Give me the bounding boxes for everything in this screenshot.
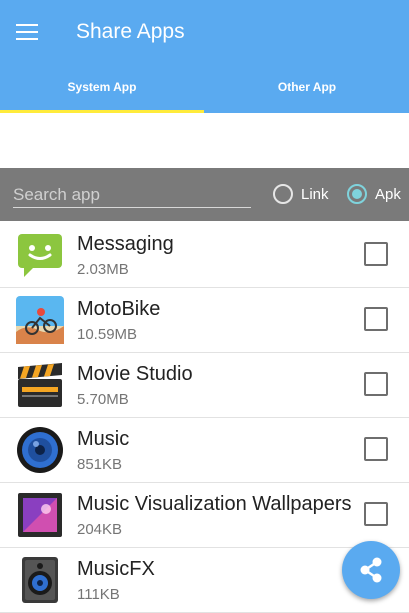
share-button[interactable] bbox=[342, 541, 400, 599]
motobike-icon bbox=[16, 296, 64, 344]
app-name: MusicFX bbox=[77, 558, 155, 580]
list-item[interactable]: Movie Studio 5.70MB bbox=[0, 353, 409, 418]
movie-studio-icon bbox=[18, 363, 62, 407]
apk-radio[interactable] bbox=[347, 184, 367, 204]
tab-other-app[interactable]: Other App bbox=[205, 80, 409, 96]
app-name: Movie Studio bbox=[77, 363, 193, 385]
tab-indicator bbox=[0, 110, 204, 113]
menu-icon-line bbox=[16, 24, 38, 26]
list-item[interactable]: Messaging 2.03MB bbox=[0, 223, 409, 288]
app-size: 10.59MB bbox=[77, 326, 138, 343]
search-input[interactable] bbox=[13, 183, 251, 208]
app-name: Music Visualization Wallpapers bbox=[77, 493, 352, 515]
menu-icon-line bbox=[16, 38, 38, 40]
music-icon bbox=[17, 427, 63, 473]
messaging-icon bbox=[18, 234, 62, 277]
menu-icon-line bbox=[16, 31, 38, 33]
menu-button[interactable] bbox=[14, 20, 42, 44]
app-name: Music bbox=[77, 428, 130, 450]
music-visualization-icon bbox=[18, 493, 62, 537]
page-title: Share Apps bbox=[76, 20, 185, 43]
list-item[interactable]: MotoBike 10.59MB bbox=[0, 288, 409, 353]
apk-radio-label: Apk bbox=[375, 186, 401, 203]
app-bar: Share Apps System App Other App bbox=[0, 0, 409, 113]
app-size: 2.03MB bbox=[77, 261, 129, 278]
share-icon bbox=[360, 557, 382, 583]
musicfx-icon bbox=[22, 557, 58, 603]
app-name: MotoBike bbox=[77, 298, 161, 320]
tab-system-app[interactable]: System App bbox=[0, 80, 204, 96]
list-item[interactable]: Music Visualization Wallpapers 204KB bbox=[0, 483, 409, 548]
link-radio[interactable] bbox=[273, 184, 293, 204]
link-radio-label: Link bbox=[301, 186, 329, 203]
app-name: Messaging bbox=[77, 233, 174, 255]
list-item[interactable]: Music 851KB bbox=[0, 418, 409, 483]
app-size: 851KB bbox=[77, 456, 123, 473]
select-checkbox[interactable] bbox=[364, 502, 388, 526]
app-size: 111KB bbox=[77, 586, 120, 603]
select-checkbox[interactable] bbox=[364, 307, 388, 331]
app-size: 5.70MB bbox=[77, 391, 129, 408]
select-checkbox[interactable] bbox=[364, 437, 388, 461]
app-size: 204KB bbox=[77, 521, 123, 538]
select-checkbox[interactable] bbox=[364, 372, 388, 396]
select-checkbox[interactable] bbox=[364, 242, 388, 266]
